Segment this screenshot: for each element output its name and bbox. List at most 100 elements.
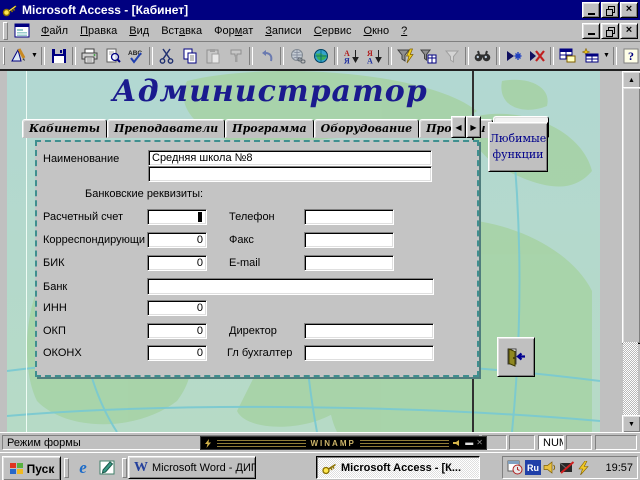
restore-button[interactable] <box>601 2 619 18</box>
scrollbar-track[interactable] <box>623 342 638 415</box>
find-button[interactable] <box>471 45 494 67</box>
new-record-button[interactable] <box>502 45 525 67</box>
system-tray: Ru 19:57 <box>502 456 638 479</box>
mail-blocked-icon[interactable] <box>559 461 575 474</box>
field-label: Наименование <box>43 153 119 165</box>
apply-filter-button[interactable] <box>440 45 463 67</box>
menu-file[interactable]: Файл <box>35 22 74 40</box>
format-painter-button[interactable] <box>224 45 247 67</box>
tab-scroll-right-button[interactable]: ▶ <box>466 116 481 138</box>
view-dropdown-arrow[interactable]: ▼ <box>30 45 39 67</box>
winamp-volume-icon[interactable] <box>453 440 462 446</box>
paste-button[interactable] <box>201 45 224 67</box>
text-cursor <box>198 212 202 222</box>
doc-minimize-button[interactable] <box>582 23 600 39</box>
close-button[interactable]: × <box>620 2 638 18</box>
menu-records[interactable]: Записи <box>259 22 308 40</box>
new-object-dropdown-arrow[interactable]: ▼ <box>602 45 611 67</box>
restore-icon <box>606 27 614 35</box>
spelling-button[interactable]: ABC <box>124 45 147 67</box>
taskbar-divider[interactable] <box>122 458 127 478</box>
quicklaunch-handle[interactable] <box>64 458 69 478</box>
naimenovanie-input-2[interactable] <box>148 166 432 182</box>
telefon-input[interactable] <box>304 209 394 225</box>
scrollbar-thumb[interactable] <box>622 87 640 344</box>
bik-input[interactable] <box>147 255 207 271</box>
field-label: E-mail <box>229 257 260 269</box>
doc-restore-button[interactable] <box>601 23 619 39</box>
vertical-scrollbar[interactable]: ▲ ▼ <box>622 71 639 431</box>
email-input[interactable] <box>304 255 394 271</box>
menu-window[interactable]: Окно <box>358 22 396 40</box>
menu-help[interactable]: ? <box>395 22 413 40</box>
web-toolbar-button[interactable] <box>309 45 332 67</box>
inn-input[interactable] <box>147 300 207 316</box>
save-button[interactable] <box>47 45 70 67</box>
internet-explorer-icon[interactable]: e <box>72 457 94 478</box>
delete-record-button[interactable] <box>525 45 548 67</box>
favorites-label-line2: функции <box>492 147 543 163</box>
task-word-button[interactable]: W Microsoft Word - ДИПЛО... <box>128 456 256 479</box>
winamp-shade-button[interactable]: ▬ <box>465 439 473 447</box>
scroll-down-button[interactable]: ▼ <box>622 415 640 433</box>
minimize-icon <box>588 13 595 15</box>
korrespondiruyuschi-input[interactable] <box>147 232 207 248</box>
undo-button[interactable] <box>255 45 278 67</box>
menu-format[interactable]: Формат <box>208 22 259 40</box>
menu-edit[interactable]: Правка <box>74 22 123 40</box>
language-indicator[interactable]: Ru <box>525 460 541 475</box>
print-button[interactable] <box>78 45 101 67</box>
cut-button[interactable] <box>155 45 178 67</box>
okp-input[interactable] <box>147 323 207 339</box>
exit-form-button[interactable] <box>497 337 535 377</box>
status-panel <box>566 435 592 450</box>
sort-descending-button[interactable]: ЯА <box>363 45 386 67</box>
database-window-button[interactable] <box>556 45 579 67</box>
sort-ascending-button[interactable]: АЯ <box>340 45 363 67</box>
volume-icon[interactable] <box>543 461 557 474</box>
direktor-input[interactable] <box>304 323 434 339</box>
channels-icon[interactable] <box>96 457 118 478</box>
filter-by-selection-button[interactable] <box>394 45 417 67</box>
exit-door-icon <box>505 347 527 367</box>
tab-scroll-left-button[interactable]: ◀ <box>451 116 466 138</box>
bank-input[interactable] <box>147 278 434 295</box>
start-button[interactable]: Пуск <box>2 456 61 480</box>
svg-text:Я: Я <box>344 56 350 64</box>
faks-input[interactable] <box>304 232 394 248</box>
lightning-icon[interactable] <box>577 461 590 475</box>
task-access-button[interactable]: Microsoft Access - [К... <box>316 456 480 479</box>
winamp-close-button[interactable]: ✕ <box>476 439 483 447</box>
doc-close-button[interactable]: × <box>620 23 638 39</box>
menu-view[interactable]: Вид <box>123 22 155 40</box>
tab-prepodavateli[interactable]: Преподаватели <box>107 119 225 138</box>
naimenovanie-input[interactable] <box>148 150 432 166</box>
menu-insert[interactable]: Вставка <box>155 22 208 40</box>
copy-button[interactable] <box>178 45 201 67</box>
new-object-button[interactable] <box>579 45 602 67</box>
winamp-windowshade[interactable]: WINAMP ▬ ✕ <box>200 436 487 450</box>
view-design-button[interactable] <box>7 45 30 67</box>
okonh-input[interactable] <box>147 345 207 361</box>
key-icon <box>322 461 337 475</box>
help-button[interactable]: ? <box>619 45 640 67</box>
svg-text:А: А <box>367 56 373 64</box>
tab-oborudovanie[interactable]: Оборудование <box>314 119 420 138</box>
scheduler-icon[interactable] <box>507 460 523 475</box>
tab-kabinety[interactable]: Кабинеты <box>22 119 107 138</box>
favorite-functions-button[interactable]: Любимые функции <box>488 122 548 172</box>
toolbar-grip[interactable] <box>3 47 5 65</box>
field-label: ОКП <box>43 325 66 337</box>
menu-tools[interactable]: Сервис <box>308 22 358 40</box>
menubar-grip[interactable] <box>3 22 8 40</box>
field-label: ИНН <box>43 302 67 314</box>
gl-buhgalter-input[interactable] <box>304 345 434 361</box>
insert-hyperlink-button[interactable] <box>286 45 309 67</box>
form-heading: Администратор <box>30 74 510 109</box>
print-preview-button[interactable] <box>101 45 124 67</box>
filter-by-form-button[interactable] <box>417 45 440 67</box>
field-label: Банк <box>43 281 67 293</box>
tab-programma[interactable]: Программа <box>225 119 313 138</box>
num-lock-indicator: NUM <box>538 435 564 450</box>
minimize-button[interactable] <box>582 2 600 18</box>
